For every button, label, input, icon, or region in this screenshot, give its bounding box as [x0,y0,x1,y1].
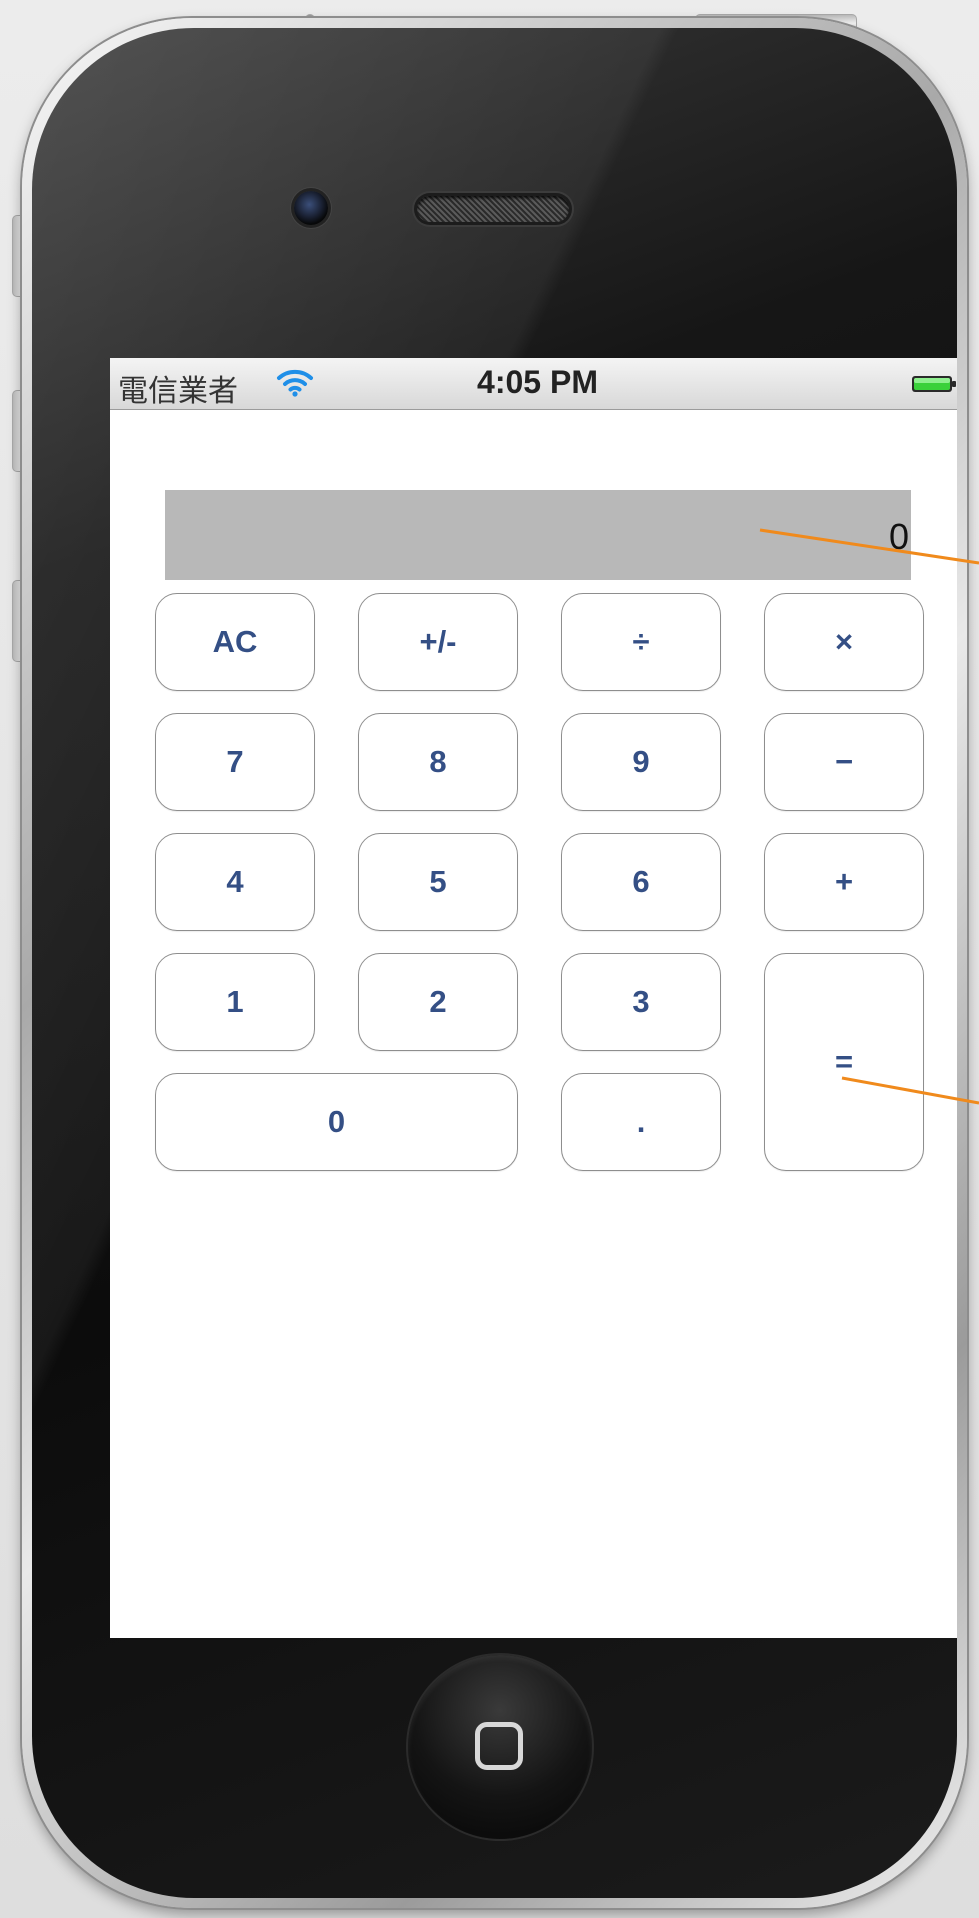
multiply-button[interactable]: × [764,593,924,691]
digit-8-label: 8 [429,744,447,779]
plus-minus-label: +/- [419,624,457,659]
digit-2-button[interactable]: 2 [358,953,518,1051]
digit-5-label: 5 [429,864,447,899]
plus-minus-button[interactable]: +/- [358,593,518,691]
display-value: 0 [888,516,909,557]
equals-button[interactable]: = [764,953,924,1171]
digit-1-button[interactable]: 1 [155,953,315,1051]
all-clear-button[interactable]: AC [155,593,315,691]
calculator-display: 0 [165,490,911,580]
home-button[interactable] [408,1655,592,1839]
digit-6-button[interactable]: 6 [561,833,721,931]
digit-1-label: 1 [226,984,244,1019]
divide-button[interactable]: ÷ [561,593,721,691]
digit-7-button[interactable]: 7 [155,713,315,811]
digit-3-label: 3 [632,984,650,1019]
battery-icon [912,376,956,392]
digit-7-label: 7 [226,744,244,779]
minus-button[interactable]: − [764,713,924,811]
digit-3-button[interactable]: 3 [561,953,721,1051]
screen: 電信業者 4:05 PM 0 AC +/- ÷ × 7 8 9 − 4 5 6 … [110,358,957,1638]
iphone-bezel: 電信業者 4:05 PM 0 AC +/- ÷ × 7 8 9 − 4 5 6 … [32,28,957,1898]
digit-8-button[interactable]: 8 [358,713,518,811]
front-camera-icon [294,191,328,225]
multiply-label: × [834,624,854,659]
digit-2-label: 2 [429,984,447,1019]
digit-9-button[interactable]: 9 [561,713,721,811]
digit-5-button[interactable]: 5 [358,833,518,931]
decimal-button[interactable]: . [561,1073,721,1171]
equals-label: = [834,1044,854,1079]
divide-label: ÷ [632,624,650,659]
earpiece-speaker [417,196,569,222]
all-clear-label: AC [212,624,258,659]
digit-4-button[interactable]: 4 [155,833,315,931]
digit-4-label: 4 [226,864,244,899]
digit-0-button[interactable]: 0 [155,1073,518,1171]
status-bar: 電信業者 4:05 PM [110,358,957,410]
minus-label: − [834,744,854,779]
home-button-icon [475,1722,523,1770]
decimal-label: . [636,1104,646,1139]
digit-9-label: 9 [632,744,650,779]
digit-6-label: 6 [632,864,650,899]
plus-label: + [834,864,854,899]
plus-button[interactable]: + [764,833,924,931]
status-time: 4:05 PM [477,364,598,400]
digit-0-label: 0 [327,1104,346,1139]
iphone-frame: 電信業者 4:05 PM 0 AC +/- ÷ × 7 8 9 − 4 5 6 … [22,18,967,1908]
